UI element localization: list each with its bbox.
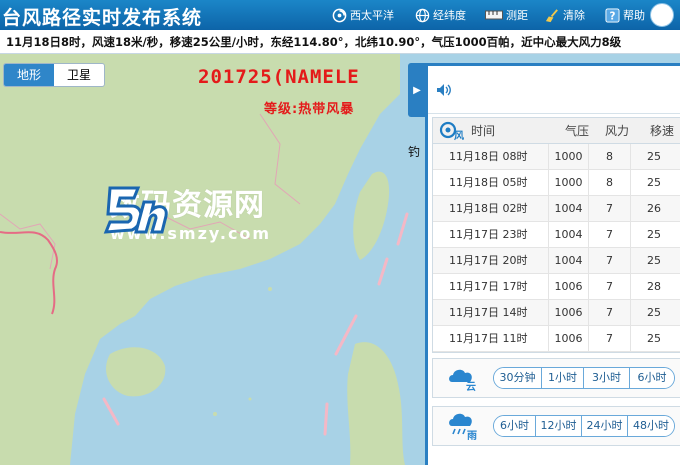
col-header-wind: 风力 (604, 124, 629, 138)
cloud-option[interactable]: 3小时 (584, 368, 630, 388)
lat-lon-label: 经纬度 (433, 9, 466, 22)
west-pacific-button[interactable]: 西太平洋 (332, 6, 394, 24)
cell-pressure: 1006 (549, 274, 589, 299)
chevron-right-icon: ▶ (413, 84, 421, 96)
help-button[interactable]: ? 帮助 (605, 6, 645, 24)
cell-pressure: 1006 (549, 326, 589, 351)
cell-pressure: 1004 (549, 196, 589, 221)
cell-speed: 25 (647, 176, 661, 189)
help-label: 帮助 (623, 9, 645, 22)
cell-speed: 25 (647, 306, 661, 319)
measure-label: 测距 (506, 9, 528, 22)
cell-pressure: 1004 (549, 222, 589, 247)
broom-icon (545, 8, 560, 23)
col-header-pressure: 气压 (564, 124, 589, 138)
table-row[interactable]: 11月17日 14时 1006 7 25 (433, 300, 680, 326)
table-body: 11月18日 08时 1000 8 25 11月18日 05时 1000 8 25 11月18日… (433, 144, 680, 352)
help-icon: ? (605, 7, 620, 23)
cell-speed: 25 (647, 228, 661, 241)
wind-icon: 风 (433, 118, 471, 144)
rain-icon: 雨 (433, 406, 493, 446)
cell-wind: 7 (589, 326, 631, 351)
cell-wind: 7 (589, 222, 631, 247)
watermark: 数码资源网 www.smzy.com (100, 180, 271, 243)
cell-time: 11月17日 11时 (433, 326, 549, 351)
cell-pressure: 1004 (549, 248, 589, 273)
cell-wind: 7 (589, 300, 631, 325)
cell-speed: 25 (647, 332, 661, 345)
storm-name: 201725(NAMELE (198, 66, 360, 88)
cell-speed: 25 (647, 254, 661, 267)
clear-button[interactable]: 清除 (545, 6, 585, 24)
cell-wind: 7 (589, 274, 631, 299)
cell-time: 11月17日 23时 (433, 222, 549, 247)
table-row[interactable]: 11月18日 08时 1000 8 25 (433, 144, 680, 170)
svg-text:?: ? (610, 10, 616, 22)
typhoon-info-panel: 风 时间 气压 风力 移速 11月18日 08时 1000 8 25 11月18日 05… (425, 63, 680, 465)
rain-option[interactable]: 48小时 (628, 416, 674, 436)
app-title: 台风路径实时发布系统 (2, 7, 203, 29)
panel-collapse-button[interactable]: ▶ (408, 63, 426, 117)
rain-section: 雨 6小时 12小时 24小时 48小时 (432, 406, 680, 446)
rain-interval-selector: 6小时 12小时 24小时 48小时 (493, 415, 675, 437)
cloud-option[interactable]: 30分钟 (494, 368, 542, 388)
panel-top (428, 66, 680, 114)
cell-time: 11月17日 14时 (433, 300, 549, 325)
globe-icon (415, 8, 430, 23)
rain-option[interactable]: 6小时 (494, 416, 536, 436)
ruler-icon (485, 8, 503, 23)
cell-speed: 28 (647, 280, 661, 293)
table-row[interactable]: 11月18日 05时 1000 8 25 (433, 170, 680, 196)
cell-pressure: 1000 (549, 170, 589, 195)
measure-button[interactable]: 测距 (485, 6, 528, 24)
cell-wind: 7 (589, 196, 631, 221)
table-row[interactable]: 11月17日 23时 1004 7 25 (433, 222, 680, 248)
cloud-interval-selector: 30分钟 1小时 3小时 6小时 (493, 367, 675, 389)
table-row[interactable]: 11月17日 20时 1004 7 25 (433, 248, 680, 274)
satellite-tab[interactable]: 卫星 (54, 64, 104, 86)
cloud-section: 云 30分钟 1小时 3小时 6小时 (432, 358, 680, 398)
cell-time: 11月17日 17时 (433, 274, 549, 299)
table-row[interactable]: 11月17日 11时 1006 7 25 (433, 326, 680, 352)
rain-icon-label: 雨 (467, 430, 477, 441)
cell-wind: 8 (589, 144, 631, 169)
table-row[interactable]: 11月18日 02时 1004 7 26 (433, 196, 680, 222)
terrain-tab[interactable]: 地形 (4, 64, 54, 86)
cell-wind: 8 (589, 170, 631, 195)
typhoon-icon (332, 8, 347, 23)
wind-icon-label: 风 (454, 130, 464, 142)
lat-lon-button[interactable]: 经纬度 (415, 6, 466, 24)
watermark-logo-icon (103, 186, 168, 234)
cell-speed: 25 (647, 150, 661, 163)
cell-time: 11月18日 02时 (433, 196, 549, 221)
table-row[interactable]: 11月17日 17时 1006 7 28 (433, 274, 680, 300)
col-header-time: 时间 (471, 124, 496, 138)
avatar[interactable] (650, 3, 674, 27)
cloud-icon-label: 云 (466, 381, 476, 392)
map-place-label: 钓 (408, 145, 421, 159)
table-header: 风 时间 气压 风力 移速 (433, 118, 680, 144)
rain-option[interactable]: 24小时 (582, 416, 628, 436)
cell-speed: 26 (647, 202, 661, 215)
typhoon-status-bar: 11月18日8时，风速18米/秒，移速25公里/小时，东经114.80°，北纬1… (0, 30, 680, 54)
clear-label: 清除 (563, 9, 585, 22)
speaker-icon[interactable] (436, 83, 452, 97)
map-type-toggle: 地形 卫星 (3, 63, 105, 87)
cloud-option[interactable]: 1小时 (542, 368, 584, 388)
cloud-option[interactable]: 6小时 (630, 368, 674, 388)
cell-pressure: 1000 (549, 144, 589, 169)
west-pacific-label: 西太平洋 (350, 9, 394, 22)
cell-wind: 7 (589, 248, 631, 273)
cell-time: 11月17日 20时 (433, 248, 549, 273)
storm-level: 等级:热带风暴 (264, 102, 355, 117)
col-header-speed: 移速 (649, 124, 674, 138)
rain-option[interactable]: 12小时 (536, 416, 582, 436)
cell-pressure: 1006 (549, 300, 589, 325)
cell-time: 11月18日 08时 (433, 144, 549, 169)
cloud-icon: 云 (433, 358, 493, 398)
cell-time: 11月18日 05时 (433, 170, 549, 195)
app-header: 台风路径实时发布系统 西太平洋 经纬度 测距 清除 ? 帮助 (0, 0, 680, 30)
track-table: 风 时间 气压 风力 移速 11月18日 08时 1000 8 25 11月18日 05… (432, 117, 680, 353)
